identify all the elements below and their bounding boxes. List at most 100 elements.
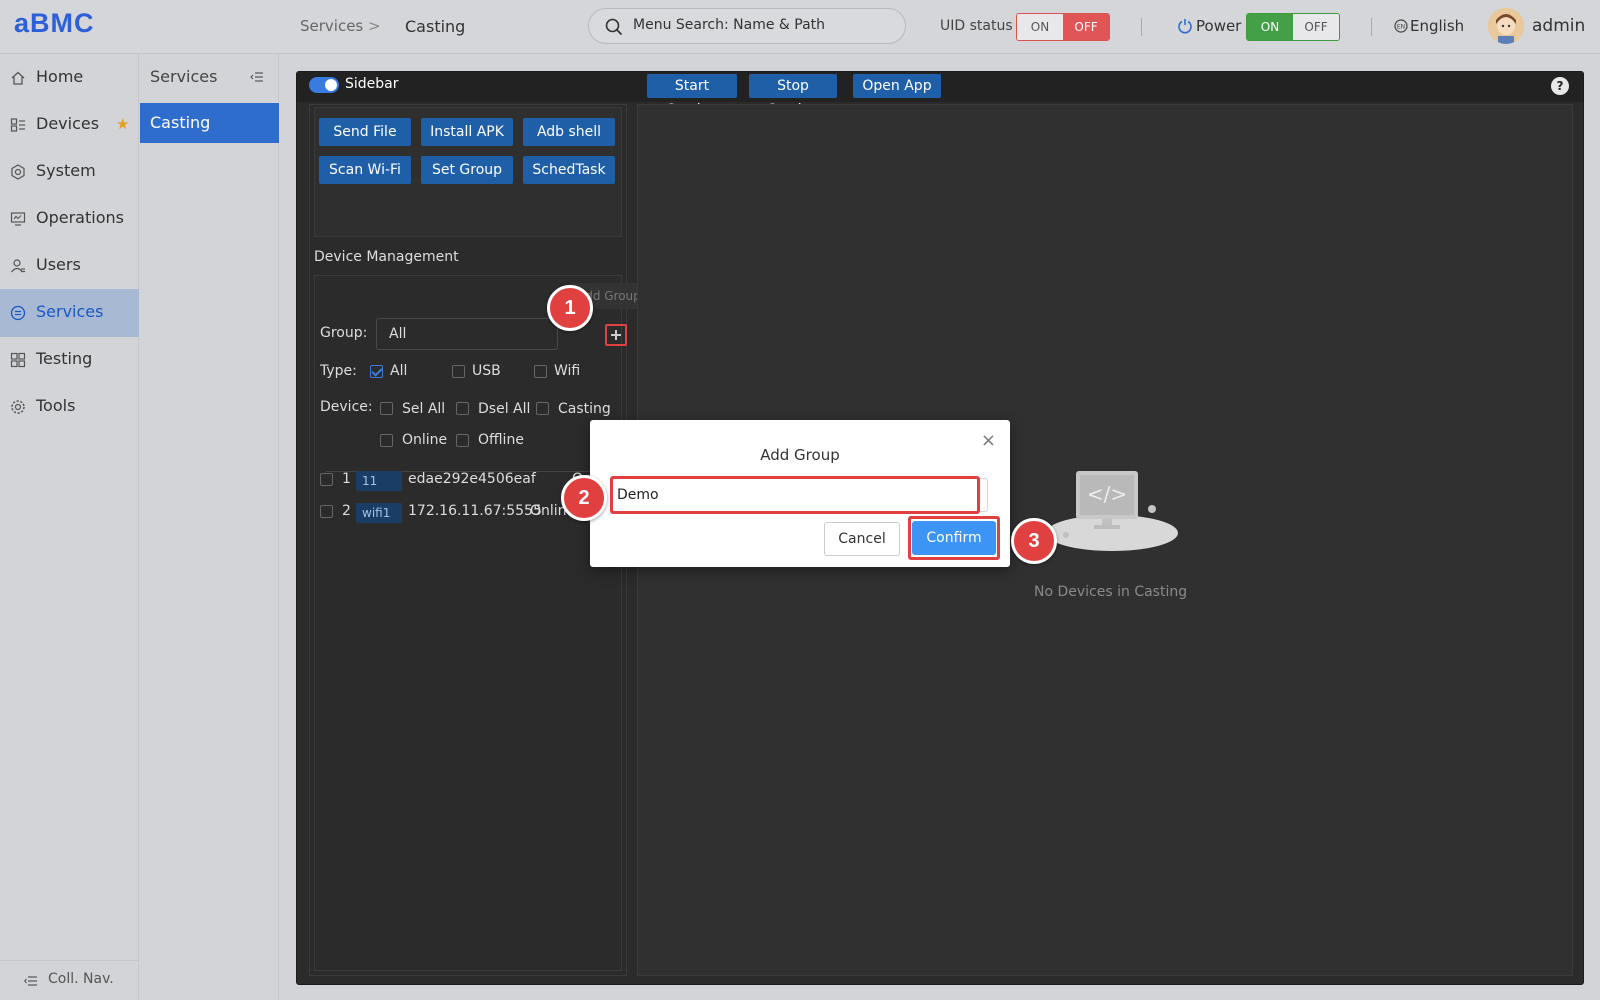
offline-checkbox[interactable] (456, 434, 469, 447)
language-selector[interactable]: English (1410, 17, 1464, 35)
nav-item-label: System (36, 161, 96, 180)
panel-toolbar: Sidebar Start Casting Stop Casting Open … (297, 72, 1583, 118)
empty-state-label: No Devices in Casting (1034, 584, 1188, 600)
install-apk-button[interactable]: Install APK (421, 118, 513, 146)
nav-item-operations[interactable]: Operations (0, 195, 139, 243)
nav-item-label: Home (36, 67, 84, 86)
dsel-all-checkbox[interactable] (456, 402, 469, 415)
services-icon (10, 305, 26, 321)
sel-all-label: Sel All (402, 401, 446, 417)
nav-item-label: Operations (36, 208, 124, 227)
step-marker-2: 2 (561, 475, 607, 521)
subnav-collapse-icon[interactable] (250, 70, 264, 84)
device-name[interactable]: edae292e4506eaf (408, 471, 536, 487)
sched-task-button[interactable]: SchedTask (523, 156, 615, 184)
sidebar-toggle[interactable] (309, 77, 339, 93)
power-icon (1178, 19, 1192, 34)
uid-off-option[interactable]: OFF (1063, 14, 1109, 40)
divider (1371, 18, 1372, 36)
power-toggle[interactable]: ON OFF (1246, 13, 1340, 41)
set-group-button[interactable]: Set Group (421, 156, 513, 184)
collapse-nav-button[interactable]: Coll. Nav. (0, 960, 139, 1000)
system-icon (11, 164, 25, 180)
adb-shell-button[interactable]: Adb shell (523, 118, 615, 146)
nav-item-home[interactable]: Home (0, 54, 139, 102)
confirm-button[interactable]: Confirm (912, 521, 996, 555)
add-group-dialog: Add Group × Cancel Confirm (590, 420, 1010, 567)
step-marker-1: 1 (547, 285, 593, 331)
sub-nav: Services Casting (140, 54, 279, 1000)
device-index: 1 (342, 471, 351, 487)
uid-on-option[interactable]: ON (1017, 14, 1063, 40)
nav-item-services[interactable]: Services (0, 289, 139, 337)
search-placeholder: Menu Search: Name & Path (633, 17, 826, 33)
device-index: 2 (342, 503, 351, 519)
stop-casting-button[interactable]: Stop Casting (749, 74, 837, 118)
device-management-title: Device Management (314, 249, 459, 265)
device-label: Device: (320, 399, 373, 415)
user-name[interactable]: admin (1532, 16, 1585, 36)
group-name-input[interactable] (610, 476, 980, 514)
power-off-option[interactable]: OFF (1293, 14, 1339, 40)
nav-item-system[interactable]: System (0, 148, 139, 196)
device-row-checkbox[interactable] (320, 473, 333, 486)
help-icon[interactable]: ? (1551, 77, 1569, 95)
breadcrumb-parent[interactable]: Services (300, 17, 363, 35)
avatar-image (1488, 8, 1524, 44)
device-tag: wifi1 (356, 503, 402, 523)
power-on-option[interactable]: ON (1247, 14, 1293, 40)
nav-item-label: Tools (36, 396, 76, 415)
sidebar-label: Sidebar (345, 76, 399, 92)
tools-icon (11, 400, 25, 414)
subnav-item-label: Casting (150, 113, 211, 132)
start-casting-button[interactable]: Start Casting (647, 74, 737, 118)
home-icon (11, 71, 25, 85)
nav-item-devices[interactable]: Devices ★ (0, 101, 139, 149)
svg-text:</>: </> (1087, 482, 1127, 506)
online-checkbox[interactable] (380, 434, 393, 447)
type-label: Type: (320, 363, 357, 379)
power-label: Power (1196, 17, 1242, 35)
breadcrumb-separator: > (368, 17, 381, 35)
add-group-button[interactable] (605, 324, 627, 346)
send-file-button[interactable]: Send File (319, 118, 411, 146)
app-logo[interactable]: aBMC (14, 8, 95, 39)
casting-checkbox[interactable] (536, 402, 549, 415)
users-icon (11, 259, 25, 273)
close-icon[interactable]: × (981, 430, 996, 451)
cancel-button[interactable]: Cancel (824, 522, 900, 556)
menu-search-input[interactable]: Menu Search: Name & Path (588, 8, 906, 44)
device-row-checkbox[interactable] (320, 505, 333, 518)
device-name[interactable]: 172.16.11.67:5555 (408, 503, 542, 519)
type-wifi-checkbox[interactable] (534, 365, 547, 378)
breadcrumb-current: Casting (405, 17, 466, 36)
online-label: Online (402, 432, 448, 448)
sidebar-panel: Send File Install APK Adb shell Scan Wi-… (309, 104, 648, 976)
uid-status-toggle[interactable]: ON OFF (1016, 13, 1110, 41)
open-app-button[interactable]: Open App (853, 74, 941, 98)
type-usb-label: USB (472, 363, 501, 379)
uid-status-label: UID status (940, 18, 1013, 34)
scan-wifi-button[interactable]: Scan Wi-Fi (319, 156, 411, 184)
collapse-icon (24, 976, 37, 986)
group-select[interactable]: All (376, 318, 558, 350)
nav-item-label: Services (36, 302, 104, 321)
dsel-all-label: Dsel All (478, 401, 531, 417)
language-icon: EN (1394, 19, 1408, 33)
type-usb-checkbox[interactable] (452, 365, 465, 378)
devices-icon (10, 118, 25, 132)
top-bar: aBMC Services > Casting Menu Search: Nam… (0, 0, 1600, 54)
nav-item-tools[interactable]: Tools (0, 383, 139, 431)
device-management-box (314, 275, 622, 971)
svg-text:EN: EN (1397, 24, 1405, 31)
avatar[interactable] (1488, 8, 1524, 44)
sel-all-checkbox[interactable] (380, 402, 393, 415)
nav-item-testing[interactable]: Testing (0, 336, 139, 384)
nav-item-users[interactable]: Users (0, 242, 139, 290)
type-all-checkbox[interactable] (370, 365, 383, 378)
dialog-title: Add Group (760, 446, 840, 464)
testing-icon (10, 352, 26, 368)
group-select-value: All (389, 326, 407, 342)
subnav-item-casting[interactable]: Casting (140, 103, 279, 143)
nav-item-label: Devices (36, 114, 100, 133)
